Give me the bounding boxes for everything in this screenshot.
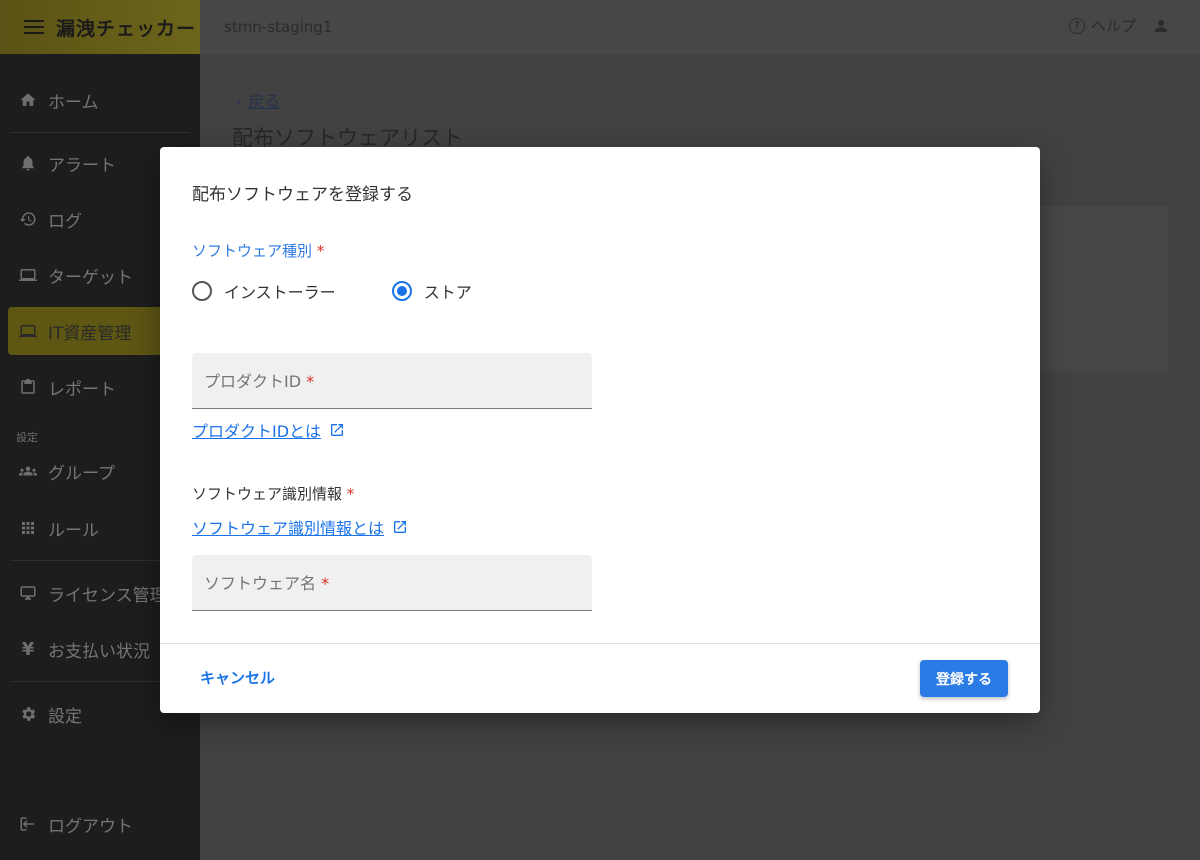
clipboard-icon — [18, 377, 38, 397]
sidebar-item-label: グループ — [48, 463, 115, 484]
product-id-placeholder: プロダクトID — [204, 372, 302, 391]
software-name-placeholder: ソフトウェア名 — [204, 574, 317, 593]
computer-icon — [18, 265, 38, 285]
app-title: 漏洩チェッカー — [56, 17, 197, 40]
sidebar-item-label: アラート — [48, 155, 116, 176]
help-icon[interactable]: ? — [1068, 17, 1085, 34]
software-name-input[interactable]: ソフトウェア名 * — [192, 555, 592, 611]
radio-circle[interactable] — [192, 281, 212, 301]
help-link[interactable]: ヘルプ — [1091, 15, 1136, 36]
external-link-icon — [392, 519, 408, 535]
sidebar-item-label: 設定 — [48, 706, 82, 727]
sidebar-item-label: IT資産管理 — [48, 323, 132, 344]
back-link-label: 戻る — [248, 92, 281, 111]
environment-name: stmn-staging1 — [224, 18, 333, 36]
software-type-radio-group: インストーラー ストア — [192, 279, 528, 303]
home-icon — [18, 90, 38, 110]
software-type-label: ソフトウェア種別 * — [192, 240, 324, 261]
sidebar-item-label: ログアウト — [48, 816, 133, 837]
identification-label-text: ソフトウェア識別情報 — [192, 485, 343, 503]
user-account-icon[interactable] — [1152, 17, 1170, 35]
logout-icon — [18, 814, 38, 834]
register-software-dialog: 配布ソフトウェアを登録する ソフトウェア種別 * インストーラー ストア プロダ… — [160, 147, 1040, 713]
laptop-icon — [18, 321, 38, 341]
brand-bar: 漏洩チェッカー — [0, 0, 200, 54]
back-link[interactable]: ‹ 戻る — [236, 88, 280, 112]
sidebar-item-logout[interactable]: ログアウト — [0, 800, 200, 848]
radio-label: ストア — [423, 283, 472, 302]
identification-help-link[interactable]: ソフトウェア識別情報とは — [192, 515, 408, 539]
sidebar-item-label: ログ — [48, 211, 82, 232]
required-mark: * — [306, 372, 315, 391]
bell-icon — [18, 153, 38, 173]
radio-label: インストーラー — [224, 283, 336, 302]
software-type-label-text: ソフトウェア種別 — [192, 242, 313, 260]
register-button[interactable]: 登録する — [920, 660, 1008, 697]
external-link-icon — [329, 422, 345, 438]
product-id-help-link[interactable]: プロダクトIDとは — [192, 418, 345, 442]
license-icon — [18, 583, 38, 603]
sidebar-item-home[interactable]: ホーム — [0, 76, 200, 124]
sidebar-item-label: レポート — [48, 379, 116, 400]
identification-label: ソフトウェア識別情報 * — [192, 483, 354, 504]
required-mark: * — [316, 242, 325, 260]
product-id-input[interactable]: プロダクトID * — [192, 353, 592, 409]
identification-help-label: ソフトウェア識別情報とは — [192, 519, 385, 538]
hamburger-menu-icon[interactable] — [24, 17, 44, 37]
yen-icon: ¥ — [21, 638, 35, 660]
dialog-title: 配布ソフトウェアを登録する — [192, 185, 413, 205]
sidebar-item-label: ルール — [48, 520, 99, 541]
grid-icon — [18, 518, 38, 538]
chevron-left-icon: ‹ — [236, 92, 243, 111]
radio-installer[interactable]: インストーラー — [192, 279, 336, 303]
gear-icon — [18, 704, 38, 724]
sidebar-item-label: お支払い状況 — [48, 641, 150, 662]
required-mark: * — [321, 574, 330, 593]
radio-circle-selected[interactable] — [391, 281, 412, 301]
top-bar: stmn-staging1 ? ヘルプ — [200, 0, 1200, 54]
header-actions: ? ヘルプ — [1068, 15, 1170, 36]
required-mark: * — [346, 485, 355, 503]
radio-store[interactable]: ストア — [391, 279, 472, 303]
sidebar-item-label: ホーム — [48, 92, 99, 113]
history-icon — [18, 209, 38, 229]
dialog-footer-divider — [160, 643, 1040, 644]
cancel-button[interactable]: キャンセル — [200, 667, 275, 688]
sidebar-item-label: ライセンス管理 — [48, 585, 167, 606]
group-icon — [18, 461, 38, 481]
sidebar-item-label: ターゲット — [48, 267, 133, 288]
product-id-help-label: プロダクトIDとは — [192, 422, 322, 441]
